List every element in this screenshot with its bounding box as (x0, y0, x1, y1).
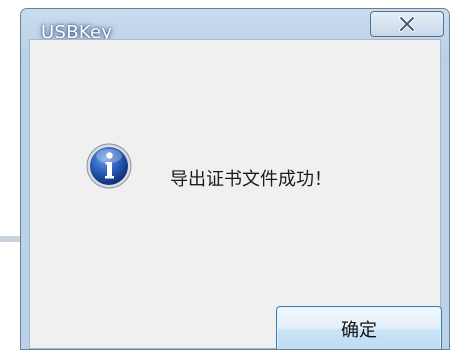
message-dialog: USBKey 导出证书文件成功！ 确定 (20, 8, 450, 350)
close-x-icon (399, 16, 415, 32)
close-button[interactable] (370, 11, 444, 37)
information-icon (86, 143, 132, 189)
dialog-client-area: 导出证书文件成功！ 确定 (29, 39, 442, 349)
ok-button[interactable]: 确定 (276, 306, 442, 349)
dialog-message: 导出证书文件成功！ (170, 169, 332, 190)
desktop-background: USBKey 导出证书文件成功！ 确定 (0, 0, 456, 352)
